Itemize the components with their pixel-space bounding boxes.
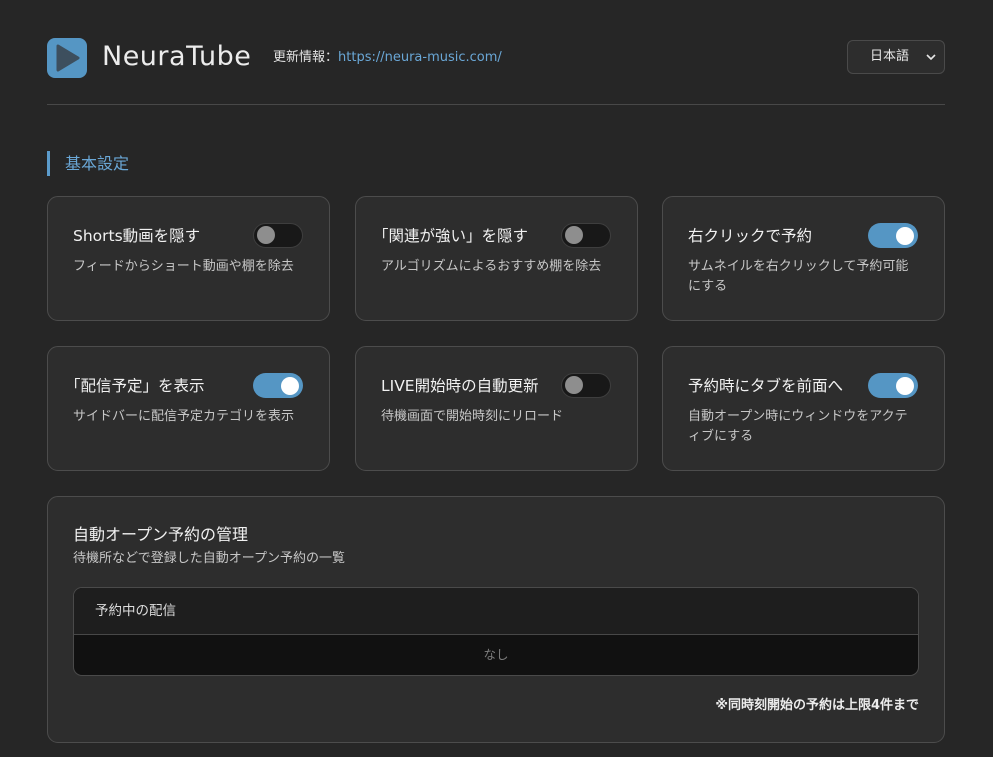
app-logo [47, 38, 87, 78]
section-title: 基本設定 [47, 151, 129, 176]
setting-title: 「関連が強い」を隠す [373, 227, 529, 245]
language-select[interactable]: 日本語 [847, 40, 945, 74]
live-auto-refresh-toggle[interactable] [561, 373, 611, 398]
reservation-table: 予約中の配信 なし [73, 587, 919, 676]
setting-title: Shorts動画を隠す [73, 227, 201, 245]
toggle-knob [565, 376, 583, 394]
table-empty-text: なし [483, 647, 509, 662]
setting-description: サムネイルを右クリックして予約可能にする [688, 259, 909, 294]
chevron-down-icon [926, 54, 936, 61]
setting-title: 右クリックで予約 [688, 227, 813, 245]
header-divider [47, 104, 945, 105]
update-link[interactable]: https://neura-music.com/ [338, 50, 502, 65]
setting-title: LIVE開始時の自動更新 [381, 377, 539, 395]
hide-shorts-toggle[interactable] [253, 223, 303, 248]
setting-card-hide-related: 「関連が強い」を隠す アルゴリズムによるおすすめ棚を除去 [355, 196, 638, 321]
table-header-label: 予約中の配信 [95, 603, 176, 619]
update-label: 更新情報： [273, 50, 339, 65]
show-upcoming-toggle[interactable] [253, 373, 303, 398]
setting-card-bring-tab-front: 予約時にタブを前面へ 自動オープン時にウィンドウをアクティブにする [662, 346, 945, 471]
language-select-value: 日本語 [870, 49, 910, 64]
toggle-knob [257, 226, 275, 244]
setting-card-show-upcoming: 「配信予定」を表示 サイドバーに配信予定カテゴリを表示 [47, 346, 330, 471]
toggle-knob [896, 376, 914, 395]
table-header: 予約中の配信 [74, 588, 918, 635]
toggle-knob [565, 226, 583, 244]
hide-related-toggle[interactable] [561, 223, 611, 248]
setting-title: 予約時にタブを前面へ [688, 377, 844, 395]
play-icon [56, 44, 80, 72]
setting-description: アルゴリズムによるおすすめ棚を除去 [381, 259, 602, 274]
settings-page: NeuraTube 更新情報：https://neura-music.com/ … [0, 0, 993, 757]
setting-card-right-click-reserve: 右クリックで予約 サムネイルを右クリックして予約可能にする [662, 196, 945, 321]
setting-card-hide-shorts: Shorts動画を隠す フィードからショート動画や棚を除去 [47, 196, 330, 321]
setting-description: 自動オープン時にウィンドウをアクティブにする [688, 409, 908, 444]
app-title: NeuraTube [102, 41, 252, 72]
panel-title: 自動オープン予約の管理 [73, 525, 249, 544]
panel-description: 待機所などで登録した自動オープン予約の一覧 [73, 551, 345, 566]
reservation-management-panel: 自動オープン予約の管理 待機所などで登録した自動オープン予約の一覧 予約中の配信… [47, 496, 945, 743]
toggle-knob [281, 376, 299, 395]
setting-description: フィードからショート動画や棚を除去 [73, 259, 294, 274]
bring-tab-front-toggle[interactable] [868, 373, 918, 398]
setting-title: 「配信予定」を表示 [65, 377, 205, 395]
toggle-knob [896, 226, 914, 245]
setting-description: サイドバーに配信予定カテゴリを表示 [73, 409, 295, 424]
reservation-limit-note: ※同時刻開始の予約は上限4件まで [715, 698, 919, 713]
setting-description: 待機画面で開始時刻にリロード [381, 409, 564, 424]
update-info: 更新情報：https://neura-music.com/ [273, 49, 502, 67]
right-click-reserve-toggle[interactable] [868, 223, 918, 248]
header: NeuraTube 更新情報：https://neura-music.com/ … [47, 37, 945, 79]
setting-card-live-auto-refresh: LIVE開始時の自動更新 待機画面で開始時刻にリロード [355, 346, 638, 471]
